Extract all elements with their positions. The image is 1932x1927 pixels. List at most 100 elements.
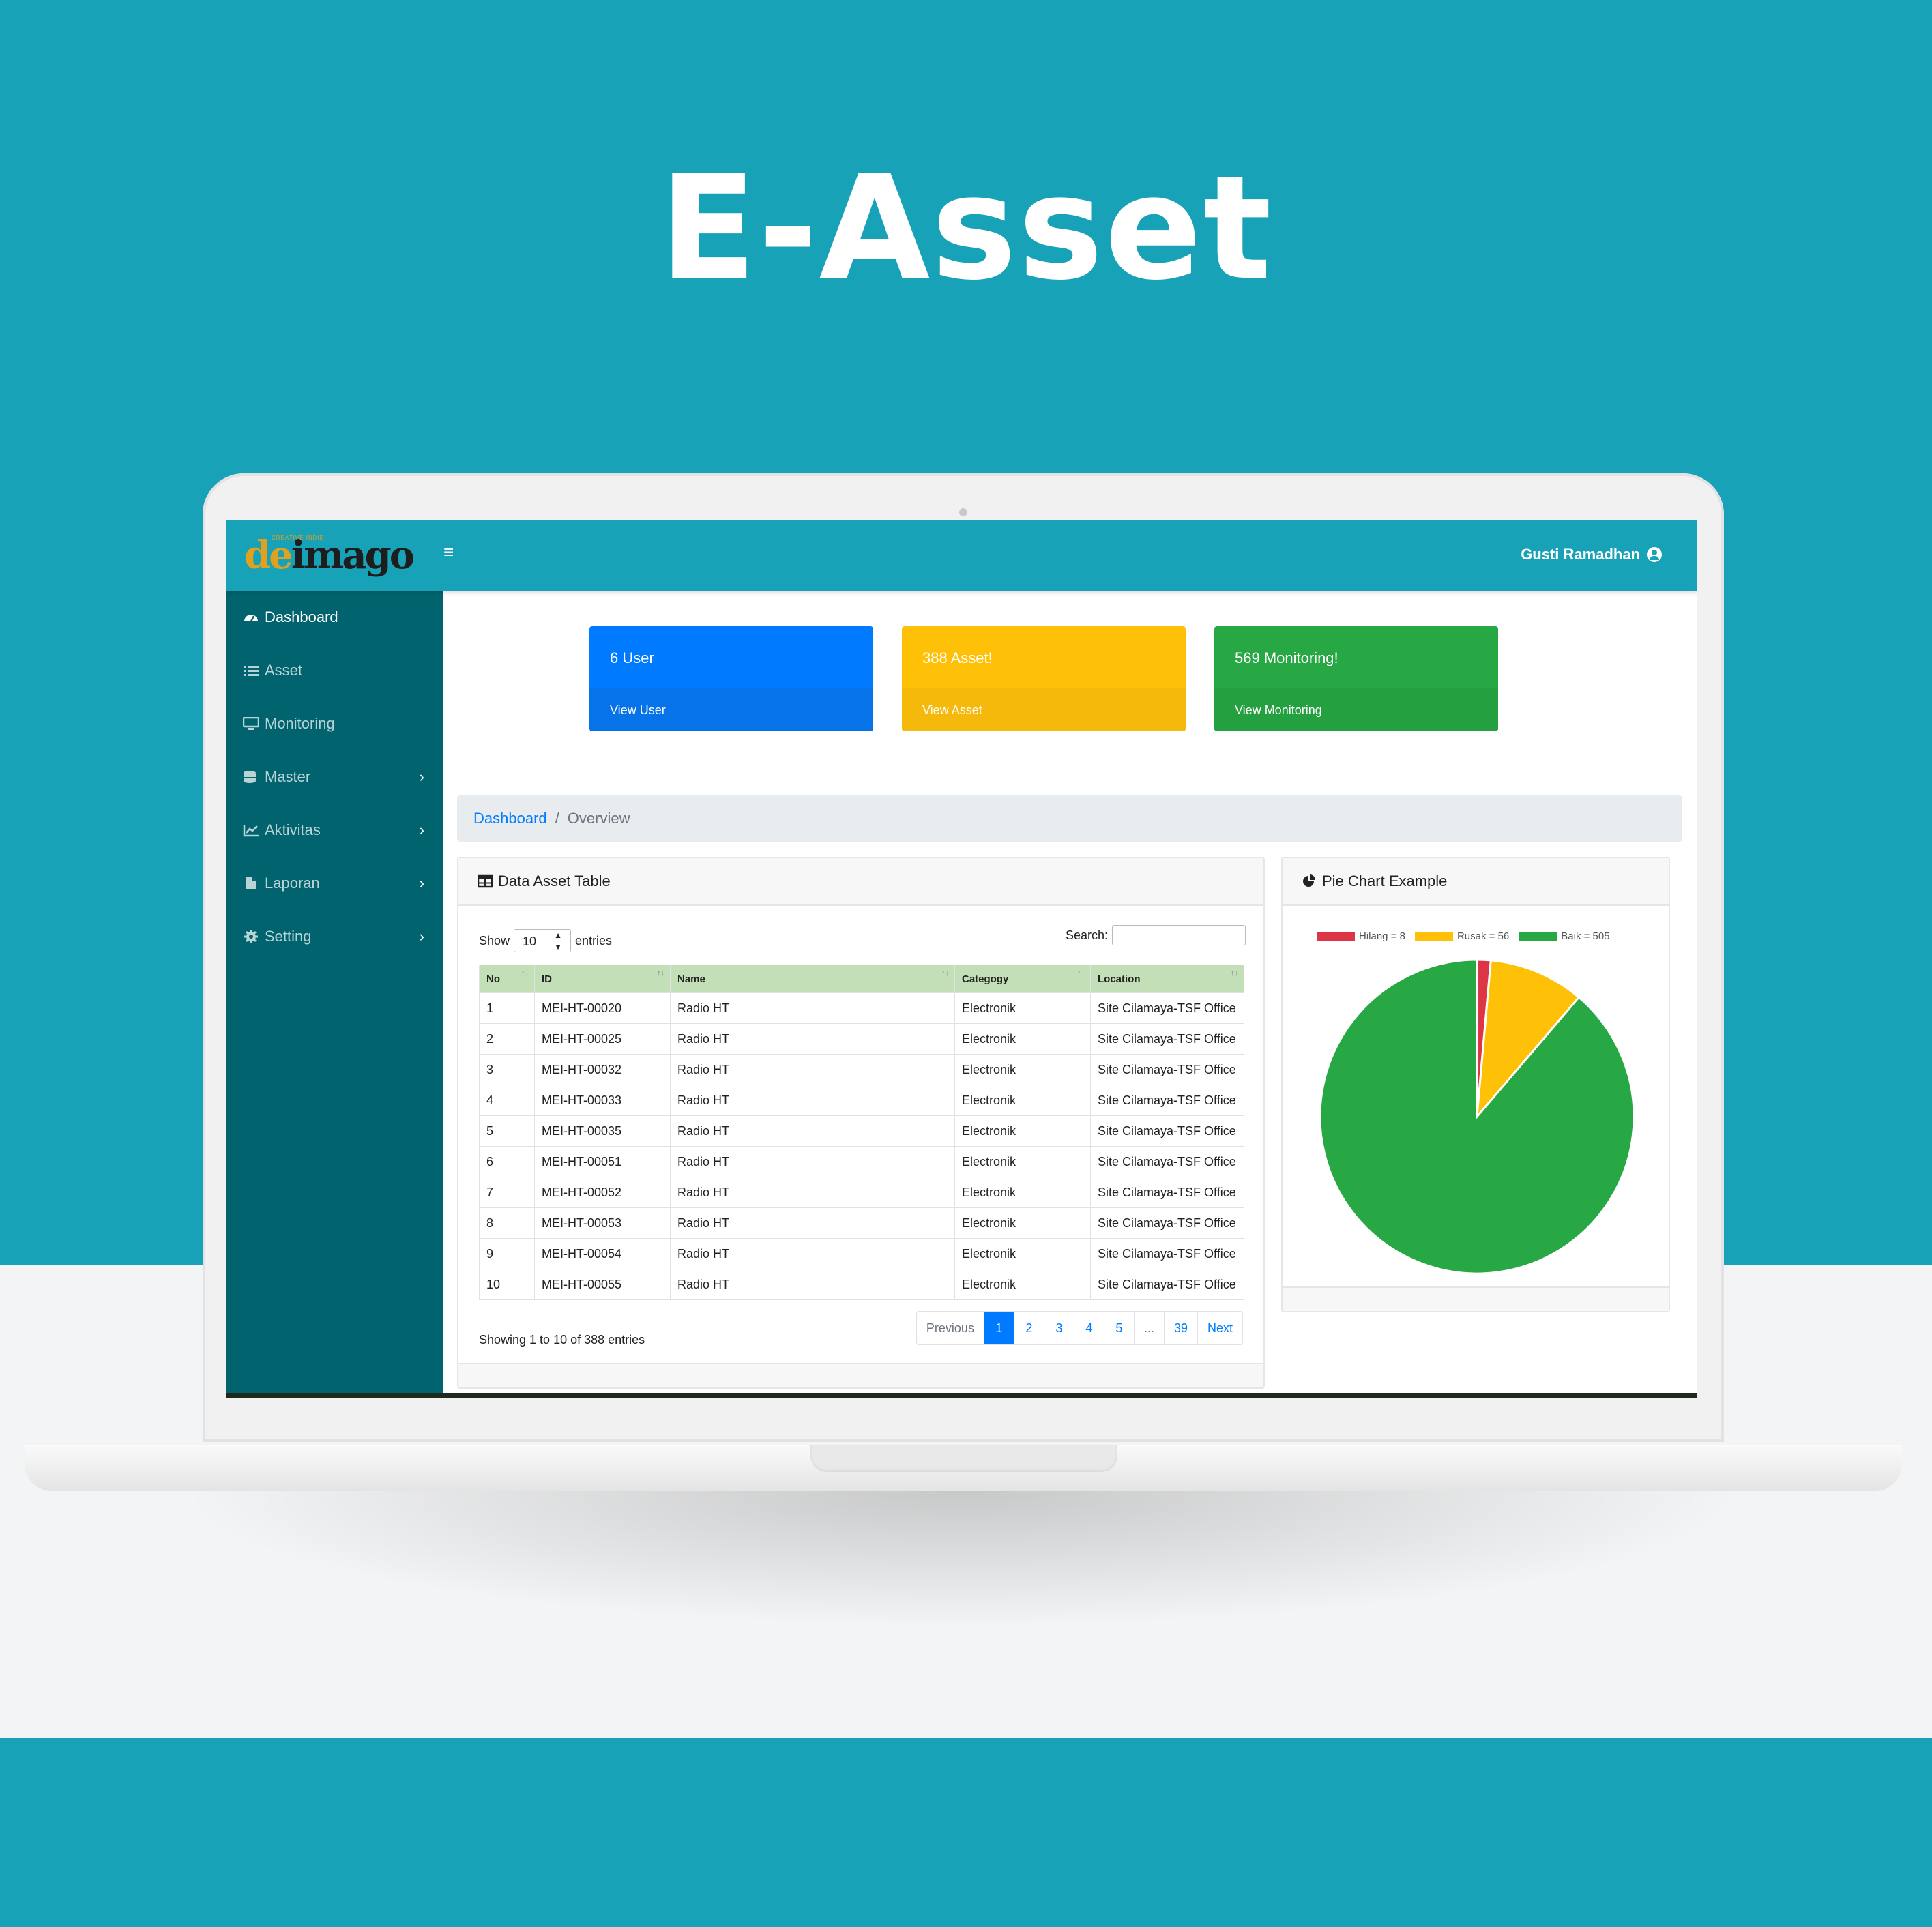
asset-stat-card[interactable]: 388 Asset! View Asset <box>902 626 1186 731</box>
monitoring-stat-card[interactable]: 569 Monitoring! View Monitoring <box>1214 626 1498 731</box>
pagination-page-3[interactable]: 3 <box>1043 1312 1074 1344</box>
user-stat-card[interactable]: 6 User View User <box>589 626 873 731</box>
top-navbar: CREATIVE INDIE deimago ≡ Gusti Ramadhan <box>226 520 1697 591</box>
show-label: Show <box>479 933 510 947</box>
sort-icon: ↑↓ <box>1077 969 1085 977</box>
legend-label: Rusak = 56 <box>1457 930 1510 942</box>
table-row: 10 MEI-HT-00055 Radio HT Electronik Site Cil… <box>479 1269 1244 1300</box>
search-input[interactable] <box>1112 925 1246 945</box>
entries-select-value: 10 <box>523 935 537 948</box>
table-row: 9 MEI-HT-00054 Radio HT Electronik Site Cila… <box>479 1238 1244 1269</box>
sidebar-item-label: Asset <box>265 662 303 679</box>
entries-label: entries <box>575 933 613 947</box>
pagination-page-2[interactable]: 2 <box>1013 1312 1044 1344</box>
table-body: 1 MEI-HT-00020 Radio HT Electronik Site Cila… <box>479 992 1244 1300</box>
sidebar-item-dashboard[interactable]: Dashboard <box>226 591 443 644</box>
column-header-id[interactable]: ID ↑↓ <box>534 965 671 993</box>
list-icon <box>243 664 259 677</box>
main-content: 6 User View User 388 Asset! View Asset 5… <box>443 591 1697 1393</box>
sidebar-item-setting[interactable]: Setting › <box>226 910 443 963</box>
pie-slice[interactable] <box>1319 958 1635 1275</box>
entries-length-control: Show 10 ▲ ▼ entries <box>479 929 612 952</box>
pagination-next[interactable]: Next <box>1197 1312 1242 1344</box>
database-icon <box>243 770 259 784</box>
sidebar-item-monitoring[interactable]: Monitoring <box>226 697 443 750</box>
breadcrumb-separator: / <box>555 810 559 827</box>
table-info: Showing 1 to 10 of 388 entries <box>479 1333 645 1347</box>
card-footer <box>1283 1286 1669 1311</box>
table-row: 1 MEI-HT-00020 Radio HT Electronik Site Cila… <box>479 992 1244 1024</box>
brand-logo[interactable]: CREATIVE INDIE deimago <box>244 533 415 577</box>
breadcrumb: Dashboard / Overview <box>457 795 1682 842</box>
legend-swatch <box>1414 931 1453 941</box>
card-title: Data Asset Table <box>498 872 611 889</box>
chevron-right-icon: › <box>419 874 424 892</box>
column-header-location[interactable]: Location ↑↓ <box>1090 965 1244 993</box>
pagination-page-39[interactable]: 39 <box>1163 1312 1197 1344</box>
sidebar-item-label: Master <box>265 768 311 785</box>
card-header: Data Asset Table <box>458 858 1263 906</box>
file-icon <box>243 877 259 890</box>
hamburger-icon[interactable]: ≡ <box>443 543 458 561</box>
gear-icon <box>243 930 259 943</box>
select-arrows-icon: ▲ ▼ <box>554 930 563 952</box>
search-label: Search: <box>1065 928 1108 942</box>
legend-swatch <box>1519 931 1557 941</box>
pagination-previous[interactable]: Previous <box>917 1312 984 1344</box>
sidebar-item-master[interactable]: Master › <box>226 750 443 804</box>
table-row: 4 MEI-HT-00033 Radio HT Electronik Site Cila… <box>479 1085 1244 1116</box>
pagination-ellipsis: ... <box>1133 1312 1164 1344</box>
view-user-link[interactable]: View User <box>610 703 666 718</box>
sort-icon: ↑↓ <box>657 969 664 977</box>
sidebar-item-laporan[interactable]: Laporan › <box>226 857 443 910</box>
pagination-page-5[interactable]: 5 <box>1103 1312 1134 1344</box>
breadcrumb-dashboard-link[interactable]: Dashboard <box>473 810 547 827</box>
sidebar-item-asset[interactable]: Asset <box>226 644 443 697</box>
entries-select[interactable]: 10 ▲ ▼ <box>514 929 572 952</box>
search-control: Search: <box>1066 925 1246 945</box>
desktop-icon <box>242 716 260 731</box>
pie-chart <box>1319 958 1635 1275</box>
table-row: 7 MEI-HT-00052 Radio HT Electronik Site Cila… <box>479 1177 1244 1208</box>
legend-item[interactable]: Baik = 505 <box>1519 930 1610 942</box>
sort-icon: ↑↓ <box>1231 969 1238 977</box>
sidebar-item-label: Monitoring <box>265 715 335 732</box>
pagination: Previous 1 2 3 4 5 ... 39 Next <box>916 1311 1243 1345</box>
app-screen: CREATIVE INDIE deimago ≡ Gusti Ramadhan … <box>226 520 1697 1398</box>
table-row: 6 MEI-HT-00051 Radio HT Electronik Site Cila… <box>479 1146 1244 1177</box>
legend-label: Hilang = 8 <box>1359 930 1405 942</box>
laptop-shadow <box>177 1491 1746 1628</box>
pagination-page-4[interactable]: 4 <box>1073 1312 1104 1344</box>
sidebar-item-label: Aktivitas <box>265 821 321 838</box>
card-header: Pie Chart Example <box>1283 858 1669 906</box>
legend-label: Baik = 505 <box>1561 930 1610 942</box>
card-title: 569 Monitoring! <box>1235 649 1338 666</box>
table-row: 2 MEI-HT-00025 Radio HT Electronik Site Cila… <box>479 1023 1244 1055</box>
view-monitoring-link[interactable]: View Monitoring <box>1235 703 1322 718</box>
legend-swatch <box>1317 931 1355 941</box>
column-header-category[interactable]: Categogy ↑↓ <box>954 965 1091 993</box>
sidebar: Dashboard Asset Monitoring Master › Akti… <box>226 591 443 1393</box>
user-name: Gusti Ramadhan <box>1521 546 1640 563</box>
legend-item[interactable]: Rusak = 56 <box>1414 930 1510 942</box>
card-footer <box>458 1363 1263 1387</box>
tachometer-icon <box>243 611 259 624</box>
sort-icon: ↑↓ <box>941 969 949 977</box>
pagination-page-1[interactable]: 1 <box>983 1312 1014 1344</box>
chart-legend: Hilang = 8 Rusak = 56 Baik = 505 <box>1317 930 1610 942</box>
view-asset-link[interactable]: View Asset <box>922 703 982 718</box>
user-menu[interactable]: Gusti Ramadhan <box>1521 546 1662 563</box>
column-header-no[interactable]: No ↑↓ <box>479 965 535 993</box>
chevron-right-icon: › <box>419 768 424 785</box>
line-chart-icon <box>243 823 259 837</box>
datatable-controls: Show 10 ▲ ▼ entries Search: <box>479 925 1246 952</box>
asset-table: No ↑↓ ID ↑↓ Name ↑↓ Categogy ↑↓ Location ↑↓ 1… <box>479 965 1244 1300</box>
sidebar-item-aktivitas[interactable]: Aktivitas › <box>226 804 443 857</box>
hero-title: E-Asset <box>659 145 1273 312</box>
table-row: 5 MEI-HT-00035 Radio HT Electronik Site Cila… <box>479 1115 1244 1147</box>
column-header-name[interactable]: Name ↑↓ <box>670 965 955 993</box>
legend-item[interactable]: Hilang = 8 <box>1317 930 1405 942</box>
sidebar-item-label: Laporan <box>265 874 320 892</box>
user-circle-icon <box>1647 547 1662 562</box>
sort-icon: ↑↓ <box>521 969 529 977</box>
